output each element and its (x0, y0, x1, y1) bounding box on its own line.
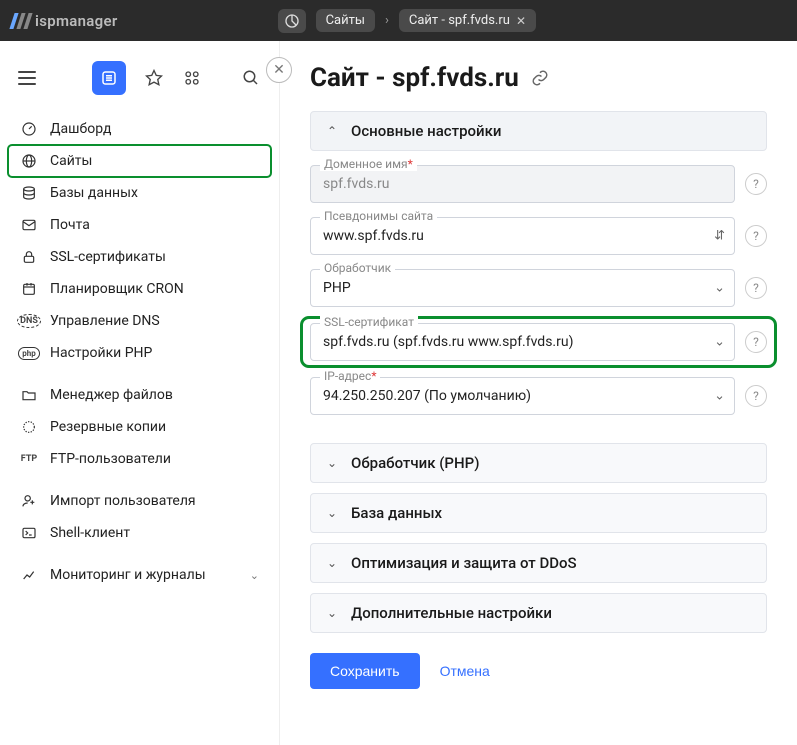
nav-list: Дашборд Сайты Базы данных Почта SSL-серт… (0, 113, 279, 591)
breadcrumb-sites[interactable]: Сайты (316, 9, 375, 32)
sidebar-item-ssl[interactable]: SSL-сертификаты (8, 241, 271, 273)
help-icon[interactable]: ? (745, 277, 767, 299)
field-row-ip: IP-адрес* 94.250.250.207 (По умолчанию) … (310, 377, 767, 415)
help-icon[interactable]: ? (745, 225, 767, 247)
logo-text: ispmanager (35, 12, 118, 30)
field-row-domain: Доменное имя* spf.fvds.ru ? (310, 165, 767, 203)
field-row-ssl: SSL-сертификат spf.fvds.ru (spf.fvds.ru … (305, 321, 772, 363)
chevron-down-icon: ⌄ (325, 506, 339, 520)
content: Сайт - spf.fvds.ru ⌃ Основные настройки … (280, 41, 797, 745)
panel-close-button[interactable]: ✕ (266, 57, 292, 83)
field-label-domain: Доменное имя* (320, 157, 417, 171)
terminal-icon (20, 524, 38, 542)
chevron-down-icon: ⌄ (325, 456, 339, 470)
search-icon[interactable] (241, 68, 261, 88)
logo-slashes-icon (12, 13, 31, 29)
breadcrumb-separator-icon: › (385, 13, 389, 28)
chart-icon (20, 566, 38, 584)
apps-icon[interactable] (182, 68, 202, 88)
sidebar-item-dashboard[interactable]: Дашборд (8, 113, 271, 145)
field-row-aliases: Псевдонимы сайта www.spf.fvds.ru ⇵ ? (310, 217, 767, 255)
sidebar-item-filemanager[interactable]: Менеджер файлов (8, 379, 271, 411)
field-label-aliases: Псевдонимы сайта (320, 209, 437, 223)
pie-icon (284, 13, 300, 29)
link-icon[interactable] (531, 69, 549, 87)
sidebar-item-backup[interactable]: Резервные копии (8, 411, 271, 443)
folder-icon (20, 386, 38, 404)
field-label-ip: IP-адрес* (320, 369, 380, 383)
chevron-down-icon: ⌄ (325, 556, 339, 570)
logo: ispmanager (12, 12, 118, 30)
save-button[interactable]: Сохранить (310, 653, 420, 689)
accordion-main-settings[interactable]: ⌃ Основные настройки (310, 111, 767, 151)
sidebar-item-import[interactable]: Импорт пользователя (8, 485, 271, 517)
chevron-down-icon: ⌄ (325, 606, 339, 620)
help-icon[interactable]: ? (745, 173, 767, 195)
gauge-icon (20, 120, 38, 138)
topbar: ispmanager Сайты › Сайт - spf.fvds.ru ✕ (0, 0, 797, 41)
accordion-database[interactable]: ⌄ База данных (310, 493, 767, 533)
breadcrumb-site-detail[interactable]: Сайт - spf.fvds.ru ✕ (399, 9, 536, 32)
chevron-down-icon: ⌄ (250, 569, 259, 582)
lock-icon (20, 248, 38, 266)
accordion-optimization[interactable]: ⌄ Оптимизация и защита от DDoS (310, 543, 767, 583)
globe-icon (20, 152, 38, 170)
sidebar-item-mail[interactable]: Почта (8, 209, 271, 241)
field-label-handler: Обработчик (320, 261, 395, 275)
database-icon (20, 184, 38, 202)
sidebar-item-cron[interactable]: Планировщик CRON (8, 273, 271, 305)
sidebar-item-shell[interactable]: Shell-клиент (8, 517, 271, 549)
stats-tab[interactable] (278, 9, 306, 33)
main-settings-form: Доменное имя* spf.fvds.ru ? Псевдонимы с… (310, 161, 767, 443)
calendar-icon (20, 280, 38, 298)
accordion-handler-php[interactable]: ⌄ Обработчик (PHP) (310, 443, 767, 483)
user-import-icon (20, 492, 38, 510)
field-row-handler: Обработчик PHP ⌄ ? (310, 269, 767, 307)
list-view-button[interactable] (92, 61, 126, 95)
sidebar-item-dns[interactable]: DNSУправление DNS (8, 305, 271, 337)
list-icon (100, 69, 118, 87)
sidebar-item-monitoring[interactable]: Мониторинг и журналы⌄ (8, 559, 271, 591)
sidebar-item-php[interactable]: phpНастройки PHP (8, 337, 271, 369)
dns-icon: DNS (20, 312, 38, 330)
ftp-icon: FTP (20, 450, 38, 468)
menu-toggle-icon[interactable] (18, 71, 36, 85)
page-title: Сайт - spf.fvds.ru (310, 63, 767, 93)
help-icon[interactable]: ? (745, 385, 767, 407)
accordion-extra[interactable]: ⌄ Дополнительные настройки (310, 593, 767, 633)
field-label-ssl: SSL-сертификат (320, 315, 418, 329)
php-icon: php (20, 344, 38, 362)
help-icon[interactable]: ? (745, 331, 767, 353)
close-icon[interactable]: ✕ (516, 14, 526, 28)
sidebar-item-ftp[interactable]: FTPFTP-пользователи (8, 443, 271, 475)
chevron-up-icon: ⌃ (325, 124, 339, 138)
backup-icon (20, 418, 38, 436)
sidebar: ✕ Дашборд Сайты Базы данных Почта SSL-се… (0, 41, 280, 745)
sidebar-item-sites[interactable]: Сайты (8, 145, 271, 177)
cancel-button[interactable]: Отмена (440, 663, 490, 679)
sidebar-item-databases[interactable]: Базы данных (8, 177, 271, 209)
star-icon[interactable] (144, 68, 164, 88)
mail-icon (20, 216, 38, 234)
